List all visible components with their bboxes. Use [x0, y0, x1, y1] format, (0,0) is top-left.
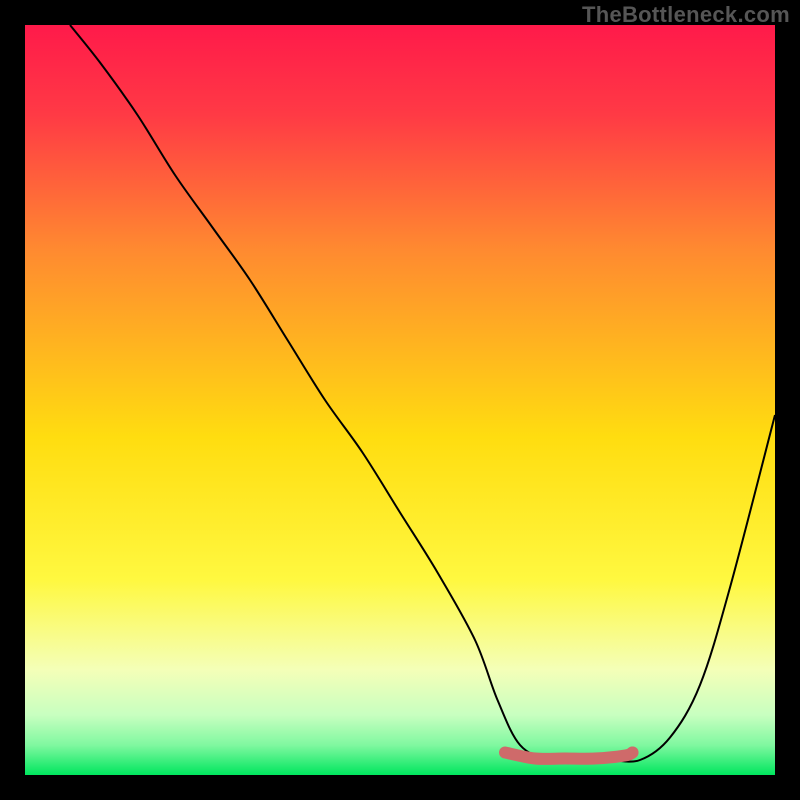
chart-frame: TheBottleneck.com	[0, 0, 800, 800]
plot-svg	[25, 25, 775, 775]
plot-area	[25, 25, 775, 775]
watermark-label: TheBottleneck.com	[582, 2, 790, 28]
gradient-background	[25, 25, 775, 775]
marker-band	[505, 753, 633, 759]
end-dot	[627, 747, 639, 759]
